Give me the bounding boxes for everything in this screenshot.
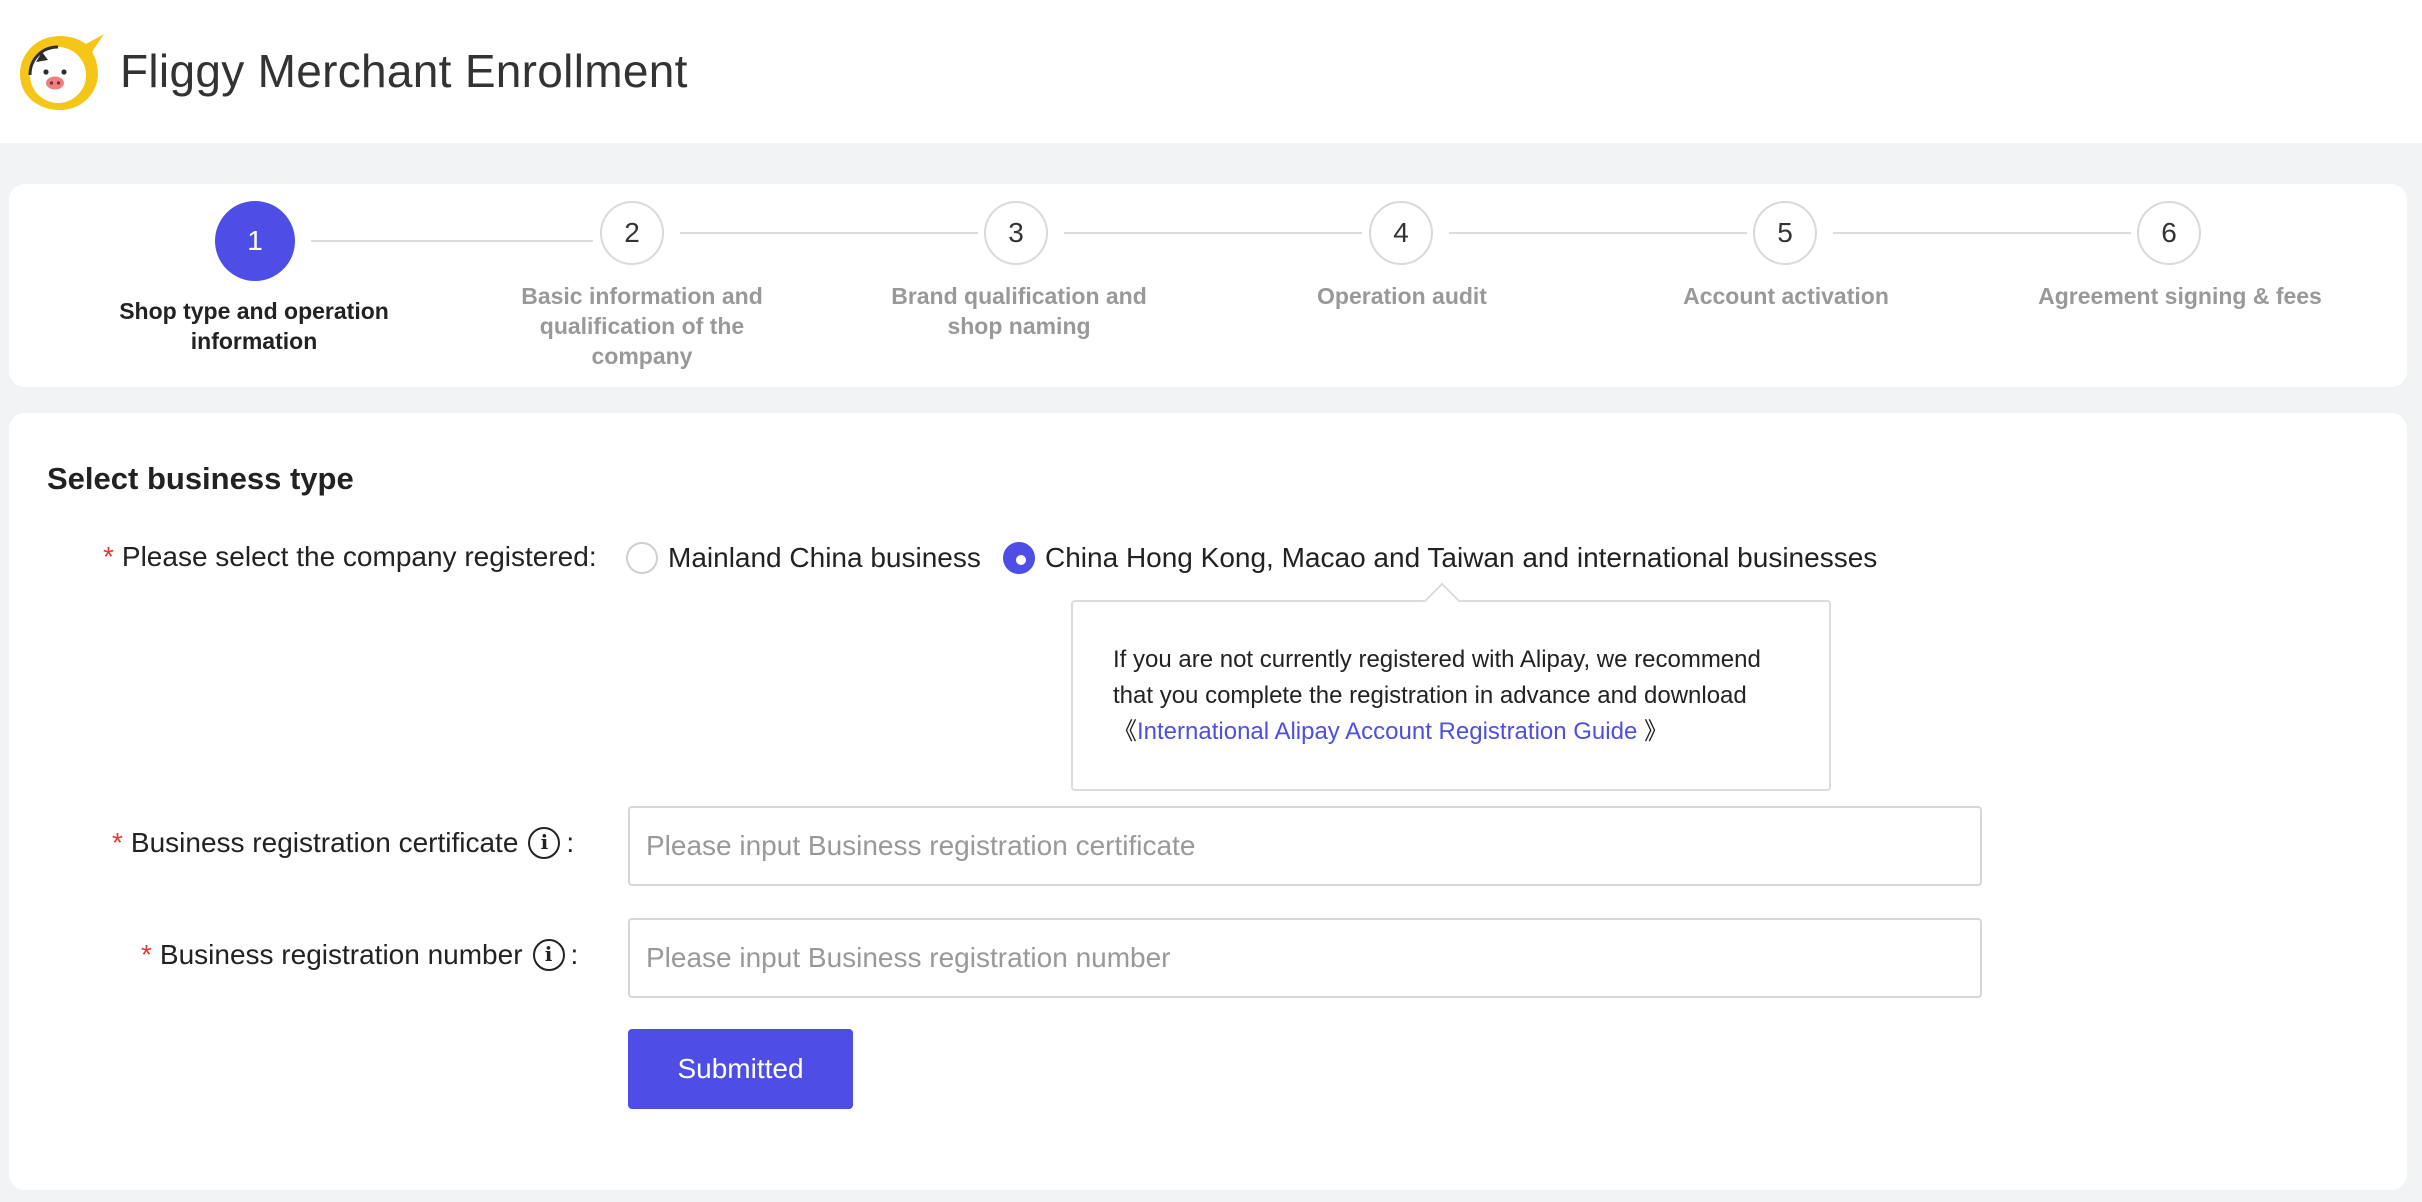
fliggy-logo-icon[interactable] [16,30,106,114]
step-connector [1833,232,2131,234]
label-colon: : [566,827,575,858]
step-6-label: Agreement signing & fees [2038,283,2322,309]
certificate-label: * Business registration certificate i : [112,827,574,859]
radio-button-icon[interactable] [626,542,658,574]
certificate-label-text: Business registration certificate [130,827,519,858]
alipay-registration-tooltip: If you are not currently registered with… [1071,600,1831,791]
section-title: Select business type [47,461,354,496]
company-registered-label: * Please select the company registered: [103,541,597,573]
company-registered-text: Please select the company registered: [121,541,597,572]
step-2-circle: 2 [600,201,664,265]
registration-number-label-text: Business registration number [159,939,523,970]
radio-mainland-china[interactable]: Mainland China business [626,542,981,574]
step-1-circle: 1 [215,201,295,281]
step-connector [680,232,978,234]
step-1-label: Shop type and operation information [119,298,389,354]
step-connector [311,240,593,242]
info-icon[interactable]: i [528,827,561,859]
app-header: Fliggy Merchant Enrollment [0,0,2422,143]
step-connector [1064,232,1362,234]
submit-button[interactable]: Submitted [628,1029,853,1109]
app-title: Fliggy Merchant Enrollment [120,45,688,97]
step-6-circle: 6 [2137,201,2201,265]
step-5-circle: 5 [1753,201,1817,265]
required-mark: * [112,827,123,858]
close-bracket: 》 [1637,718,1668,745]
business-registration-certificate-input[interactable] [628,806,1982,886]
radio-mainland-china-label[interactable]: Mainland China business [668,542,981,574]
step-connector [1449,232,1747,234]
radio-button-checked-icon[interactable] [1003,542,1035,574]
registration-number-label: * Business registration number i : [141,939,578,971]
business-type-form: Select business type * Please select the… [9,413,2407,1190]
step-4-label: Operation audit [1317,283,1487,309]
radio-international-label[interactable]: China Hong Kong, Macao and Taiwan and in… [1045,542,1877,574]
open-bracket: 《 [1113,718,1137,745]
step-5-label: Account activation [1683,283,1889,309]
info-icon[interactable]: i [532,939,565,971]
radio-hk-macao-taiwan-international[interactable]: China Hong Kong, Macao and Taiwan and in… [1003,542,1877,574]
step-4-circle: 4 [1369,201,1433,265]
alipay-registration-guide-link[interactable]: International Alipay Account Registratio… [1137,718,1637,745]
required-mark: * [103,541,114,572]
business-registration-number-input[interactable] [628,918,1982,998]
step-2-label: Basic information and qualification of t… [521,283,763,369]
label-colon: : [570,939,579,970]
step-3-label: Brand qualification and shop naming [891,283,1147,339]
tooltip-text: If you are not currently registered with… [1113,646,1761,709]
step-3-circle: 3 [984,201,1048,265]
progress-steps: 1 2 3 4 5 6 Shop type and operation info… [9,184,2407,387]
required-mark: * [141,939,152,970]
